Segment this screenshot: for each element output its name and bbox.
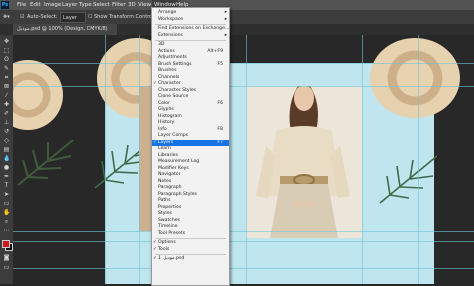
rectangle-icon[interactable]: ▭ <box>3 201 10 207</box>
document-canvas[interactable] <box>13 35 474 284</box>
type-icon[interactable]: T <box>3 183 10 189</box>
window-menu-item-workspace[interactable]: Workspace ▸ <box>152 17 229 24</box>
crop-icon[interactable]: ⌗ <box>3 75 10 81</box>
guide-line[interactable] <box>105 35 106 284</box>
document-tab-title: موديل.psd @ 100% (Design, CMYK/8) <box>17 26 108 32</box>
menu-bar: Ps File Edit Image Layer Type Select Fil… <box>0 0 474 10</box>
menu-3d[interactable]: 3D <box>128 2 136 8</box>
blur-icon[interactable]: 💧 <box>3 156 10 162</box>
zoom-icon[interactable]: ⌕ <box>3 219 10 225</box>
document-tab[interactable]: موديل.psd @ 100% (Design, CMYK/8) <box>13 24 117 35</box>
move-tool-icon: ✥▾ <box>3 14 10 20</box>
menu-type[interactable]: Type <box>79 2 92 8</box>
menu-item-label: موديل.psd <box>163 256 185 261</box>
photoshop-logo-icon: Ps <box>1 1 9 9</box>
history-brush-icon[interactable]: ↺ <box>3 129 10 135</box>
gradient-icon[interactable]: ▤ <box>3 147 10 153</box>
tools-panel: ✥ ⬚ ʘ ✎ ⌗ ⊠ ⁄ ✚ ✐ ⊥ ↺ ◇ ▤ 💧 ● ✒ T ➤ ▭ ✋ … <box>0 35 13 284</box>
brush-icon[interactable]: ✐ <box>3 111 10 117</box>
menu-layer[interactable]: Layer <box>62 2 77 8</box>
guide-line[interactable] <box>418 35 419 284</box>
checkmark-icon: ✓ <box>153 256 157 261</box>
show-transform-checkbox[interactable]: ☐ <box>88 14 92 20</box>
move-icon[interactable]: ✥ <box>3 39 10 45</box>
menu-edit[interactable]: Edit <box>30 2 41 8</box>
marquee-icon[interactable]: ⬚ <box>3 48 10 54</box>
eraser-icon[interactable]: ◇ <box>3 138 10 144</box>
guide-line[interactable] <box>246 35 247 284</box>
guide-line[interactable] <box>362 35 363 284</box>
menu-item-label: Tools <box>158 246 170 252</box>
menu-item-label: Extensions <box>158 32 183 38</box>
palm-leaf-right-image <box>379 155 438 204</box>
guide-line[interactable] <box>13 241 474 242</box>
healing-icon[interactable]: ✚ <box>3 102 10 108</box>
frame-icon[interactable]: ⊠ <box>3 84 10 90</box>
menu-view[interactable]: View <box>138 2 151 8</box>
foreground-color-swatch[interactable] <box>2 240 10 248</box>
show-transform-label: Show Transform Controls <box>94 14 157 20</box>
model-photo <box>246 86 362 238</box>
auto-select-checkbox[interactable]: ☑ <box>20 14 24 20</box>
layer-select-value: Layer <box>63 15 77 21</box>
guide-line[interactable] <box>13 63 474 64</box>
stamp-icon[interactable]: ⊥ <box>3 120 10 126</box>
menu-item-label: Workspace <box>158 16 184 22</box>
hat-image-right <box>370 38 460 118</box>
window-menu-item-tool-presets[interactable]: Tool Presets <box>152 231 229 238</box>
quick-mask-icon[interactable]: ◙ <box>3 255 10 261</box>
window-menu-dropdown: Arrange ▸ Workspace ▸ Find Extensions on Exc… <box>151 7 230 286</box>
path-select-icon[interactable]: ➤ <box>3 192 10 198</box>
menu-separator <box>155 254 226 255</box>
more-tools-icon[interactable]: ⋯ <box>3 228 10 234</box>
model-illustration <box>246 86 362 238</box>
submenu-arrow-icon: ▸ <box>224 32 227 38</box>
quick-select-icon[interactable]: ✎ <box>3 66 10 72</box>
guide-line[interactable] <box>13 231 474 232</box>
menu-item-label: Tool Presets <box>158 230 186 236</box>
options-bar: ✥▾ ☑ Auto-Select: Layer ☐ Show Transform… <box>0 10 474 24</box>
palm-leaf-left-image <box>17 139 74 186</box>
hand-icon[interactable]: ✋ <box>3 210 10 216</box>
menu-file[interactable]: File <box>17 2 26 8</box>
menu-item-index: 1 <box>158 256 161 261</box>
layer-select-dropdown[interactable]: Layer <box>60 12 86 23</box>
menu-filter[interactable]: Filter <box>112 2 126 8</box>
guide-line[interactable] <box>13 268 474 269</box>
menu-separator <box>155 24 226 25</box>
guide-line[interactable] <box>139 35 140 284</box>
guide-line[interactable] <box>13 86 474 87</box>
pen-icon[interactable]: ✒ <box>3 174 10 180</box>
submenu-arrow-icon: ▸ <box>224 16 227 22</box>
menu-image[interactable]: Image <box>44 2 61 8</box>
lasso-icon[interactable]: ʘ <box>3 57 10 63</box>
window-menu-item-tools[interactable]: ✓ Tools <box>152 247 229 254</box>
dodge-icon[interactable]: ● <box>3 165 10 171</box>
window-menu-item-psd[interactable]: ✓ 1 موديل.psd <box>152 256 229 263</box>
menu-select[interactable]: Select <box>93 2 110 8</box>
menu-separator <box>155 238 226 239</box>
document-tab-bar: موديل.psd @ 100% (Design, CMYK/8) <box>0 24 474 35</box>
window-menu-item-extensions[interactable]: Extensions ▸ <box>152 33 229 40</box>
eyedropper-icon[interactable]: ⁄ <box>3 93 10 99</box>
hat-image-left <box>13 60 63 130</box>
menu-separator <box>155 40 226 41</box>
screen-mode-icon[interactable]: ▭ <box>3 265 10 271</box>
checkmark-icon: ✓ <box>153 246 157 252</box>
auto-select-label: Auto-Select: <box>27 14 58 20</box>
